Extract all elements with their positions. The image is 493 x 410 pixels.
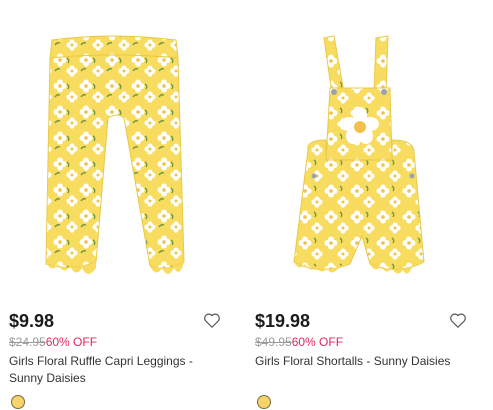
sale-price: $9.98 xyxy=(9,311,55,331)
shortalls-image xyxy=(293,35,425,274)
product-title[interactable]: Girls Floral Ruffle Capri Leggings - Sun… xyxy=(9,353,229,387)
color-swatch[interactable] xyxy=(11,395,25,409)
discount-label: 60% OFF xyxy=(291,335,344,349)
sale-price: $19.98 xyxy=(255,311,311,331)
discount-label: 60% OFF xyxy=(45,335,98,349)
heart-outline-icon[interactable] xyxy=(203,312,221,329)
original-price: $24.95 xyxy=(9,335,46,349)
product-card-shortalls[interactable]: $19.98 $49.9560% OFF Girls Floral Shorta… xyxy=(246,0,482,410)
color-swatch[interactable] xyxy=(257,395,271,409)
leggings-image xyxy=(45,35,185,274)
product-image-shortalls[interactable] xyxy=(246,0,482,300)
product-card-leggings[interactable]: $9.98 $24.9560% OFF Girls Floral Ruffle … xyxy=(0,0,236,410)
original-price: $49.95 xyxy=(255,335,292,349)
product-image-leggings[interactable] xyxy=(0,0,236,300)
heart-outline-icon[interactable] xyxy=(449,312,467,329)
product-title[interactable]: Girls Floral Shortalls - Sunny Daisies xyxy=(255,353,475,370)
